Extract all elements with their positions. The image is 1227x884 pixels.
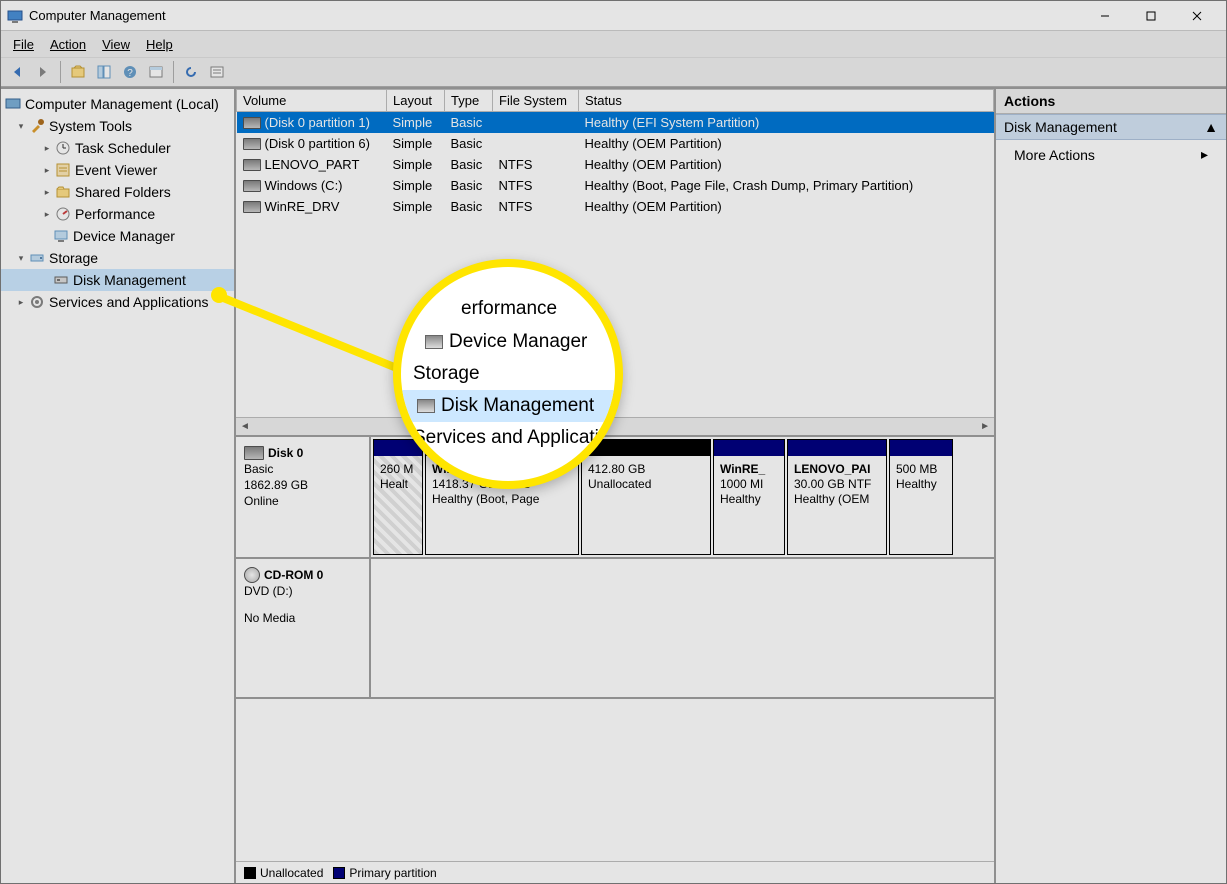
- show-hide-tree-button[interactable]: [92, 60, 116, 84]
- disk-graphical-view: Disk 0 Basic 1862.89 GB Online 260 MHeal…: [236, 437, 994, 862]
- maximize-button[interactable]: [1128, 1, 1174, 31]
- minimize-button[interactable]: [1082, 1, 1128, 31]
- performance-icon: [55, 206, 71, 222]
- tree-event-viewer[interactable]: ▸ Event Viewer: [1, 159, 234, 181]
- tree-disk-management[interactable]: Disk Management: [1, 269, 234, 291]
- toolbar: ?: [1, 57, 1226, 87]
- col-fs[interactable]: File System: [493, 90, 579, 112]
- storage-icon: [29, 250, 45, 266]
- computer-management-window: Computer Management File Action View Hel…: [0, 0, 1227, 884]
- back-button[interactable]: [5, 60, 29, 84]
- disk-icon: [244, 446, 264, 460]
- window-title: Computer Management: [29, 8, 1082, 23]
- disk-management-icon: [53, 272, 69, 288]
- disk0-info: Disk 0 Basic 1862.89 GB Online: [236, 437, 371, 557]
- svg-text:?: ?: [127, 68, 133, 79]
- tree-device-manager[interactable]: Device Manager: [1, 225, 234, 247]
- properties-button[interactable]: [144, 60, 168, 84]
- tree-task-scheduler[interactable]: ▸ Task Scheduler: [1, 137, 234, 159]
- computer-icon: [5, 96, 21, 112]
- refresh-button[interactable]: [179, 60, 203, 84]
- col-status[interactable]: Status: [579, 90, 994, 112]
- settings-button[interactable]: [205, 60, 229, 84]
- chevron-right-icon[interactable]: ▸: [41, 208, 53, 220]
- actions-more-actions[interactable]: More Actions ▸: [996, 140, 1226, 169]
- chevron-right-icon[interactable]: ▸: [41, 186, 53, 198]
- disk-row-disk0[interactable]: Disk 0 Basic 1862.89 GB Online 260 MHeal…: [236, 437, 994, 559]
- device-manager-icon: [53, 228, 69, 244]
- table-row[interactable]: (Disk 0 partition 6)SimpleBasicHealthy (…: [237, 133, 994, 154]
- partition[interactable]: 412.80 GBUnallocated: [581, 439, 711, 555]
- tree-storage[interactable]: ▾ Storage: [1, 247, 234, 269]
- partition[interactable]: 500 MBHealthy: [889, 439, 953, 555]
- body: Computer Management (Local) ▾ System Too…: [1, 87, 1226, 883]
- chevron-right-icon[interactable]: ▸: [15, 296, 27, 308]
- legend-unallocated-swatch: [244, 867, 256, 879]
- tree-root-label: Computer Management (Local): [25, 96, 219, 112]
- col-layout[interactable]: Layout: [387, 90, 445, 112]
- volume-icon: [243, 180, 261, 192]
- clock-icon: [55, 140, 71, 156]
- horizontal-scrollbar[interactable]: ◄►: [236, 417, 994, 435]
- disk-row-cdrom0[interactable]: CD-ROM 0 DVD (D:) No Media: [236, 559, 994, 699]
- volume-icon: [243, 138, 261, 150]
- tree-system-tools[interactable]: ▾ System Tools: [1, 115, 234, 137]
- volume-list[interactable]: Volume Layout Type File System Status (D…: [236, 89, 994, 437]
- disk0-partitions: 260 MHealtWindows (C:)1418.37 GB NTFSHea…: [371, 437, 994, 557]
- collapse-icon: ▲: [1204, 119, 1218, 135]
- chevron-down-icon[interactable]: ▾: [15, 120, 27, 132]
- volume-list-header[interactable]: Volume Layout Type File System Status: [237, 90, 994, 112]
- legend: Unallocated Primary partition: [236, 861, 994, 883]
- center-pane: Volume Layout Type File System Status (D…: [236, 89, 996, 883]
- tree-performance[interactable]: ▸ Performance: [1, 203, 234, 225]
- chevron-right-icon[interactable]: ▸: [41, 164, 53, 176]
- help-icon[interactable]: ?: [118, 60, 142, 84]
- partition[interactable]: Windows (C:)1418.37 GB NTFSHealthy (Boot…: [425, 439, 579, 555]
- partition[interactable]: LENOVO_PAI30.00 GB NTFHealthy (OEM: [787, 439, 887, 555]
- menu-view[interactable]: View: [94, 34, 138, 55]
- table-row[interactable]: (Disk 0 partition 1)SimpleBasicHealthy (…: [237, 112, 994, 133]
- volume-icon: [243, 201, 261, 213]
- partition[interactable]: WinRE_1000 MIHealthy: [713, 439, 785, 555]
- actions-pane: Actions Disk Management ▲ More Actions ▸: [996, 89, 1226, 883]
- cdrom0-partitions: [371, 559, 994, 679]
- forward-button[interactable]: [31, 60, 55, 84]
- menu-action[interactable]: Action: [42, 34, 94, 55]
- event-viewer-icon: [55, 162, 71, 178]
- tree-services-apps[interactable]: ▸ Services and Applications: [1, 291, 234, 313]
- table-row[interactable]: LENOVO_PARTSimpleBasicNTFSHealthy (OEM P…: [237, 154, 994, 175]
- col-type[interactable]: Type: [445, 90, 493, 112]
- cdrom0-info: CD-ROM 0 DVD (D:) No Media: [236, 559, 371, 697]
- chevron-down-icon[interactable]: ▾: [15, 252, 27, 264]
- tree-shared-folders[interactable]: ▸ Shared Folders: [1, 181, 234, 203]
- table-row[interactable]: Windows (C:)SimpleBasicNTFSHealthy (Boot…: [237, 175, 994, 196]
- volume-icon: [243, 159, 261, 171]
- services-icon: [29, 294, 45, 310]
- cdrom-icon: [244, 567, 260, 583]
- partition[interactable]: 260 MHealt: [373, 439, 423, 555]
- computer-management-icon: [7, 8, 23, 24]
- tree-root[interactable]: Computer Management (Local): [1, 93, 234, 115]
- navigation-tree[interactable]: Computer Management (Local) ▾ System Too…: [1, 89, 236, 883]
- close-button[interactable]: [1174, 1, 1220, 31]
- chevron-right-icon[interactable]: ▸: [41, 142, 53, 154]
- tools-icon: [29, 118, 45, 134]
- menu-help[interactable]: Help: [138, 34, 181, 55]
- title-bar: Computer Management: [1, 1, 1226, 31]
- up-button[interactable]: [66, 60, 90, 84]
- shared-folders-icon: [55, 184, 71, 200]
- legend-primary-swatch: [333, 867, 345, 879]
- col-volume[interactable]: Volume: [237, 90, 387, 112]
- actions-section-disk-management[interactable]: Disk Management ▲: [996, 114, 1226, 140]
- actions-header: Actions: [996, 89, 1226, 114]
- menu-file[interactable]: File: [5, 34, 42, 55]
- chevron-right-icon: ▸: [1201, 146, 1208, 163]
- menu-bar: File Action View Help: [1, 31, 1226, 57]
- volume-icon: [243, 117, 261, 129]
- table-row[interactable]: WinRE_DRVSimpleBasicNTFSHealthy (OEM Par…: [237, 196, 994, 217]
